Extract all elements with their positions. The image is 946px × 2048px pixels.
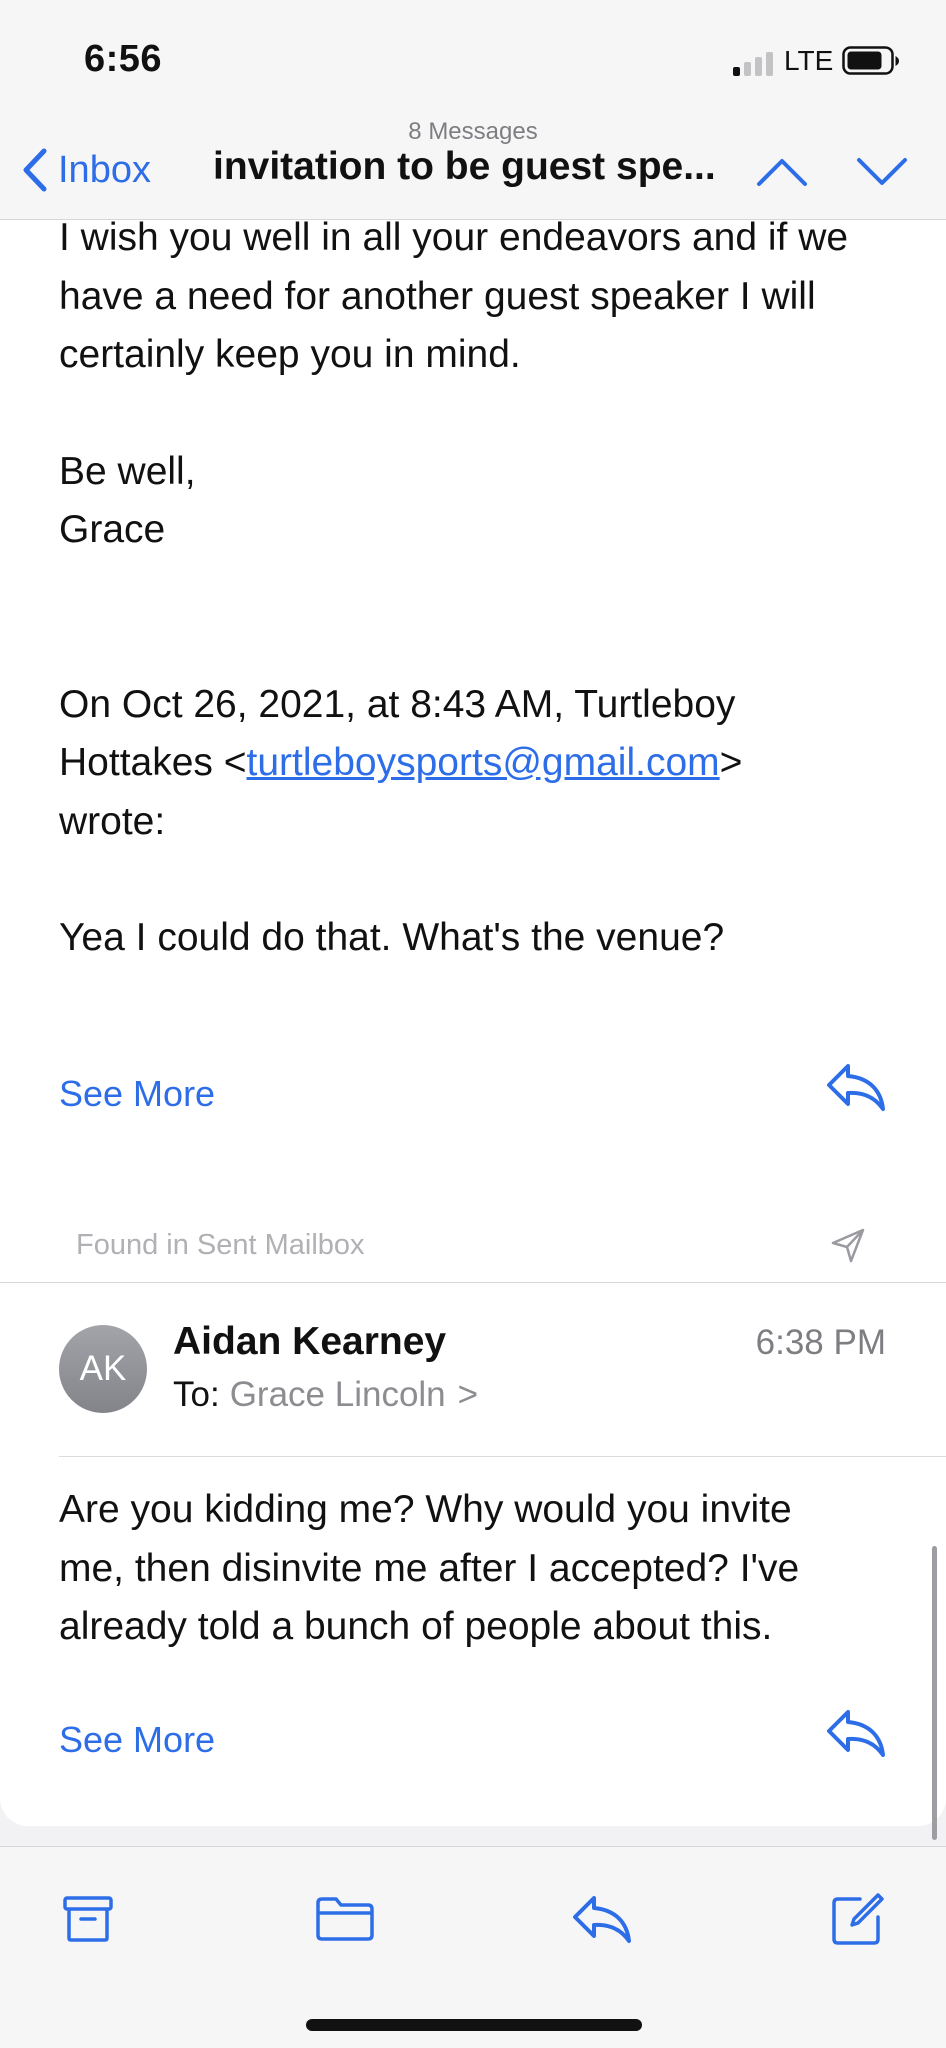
status-bar: 6:56 LTE	[0, 0, 946, 118]
next-message-button[interactable]	[854, 147, 910, 197]
reply-icon	[827, 1064, 885, 1111]
sent-icon	[829, 1225, 869, 1270]
scrollbar[interactable]	[932, 1546, 937, 1840]
to-label: To:	[173, 1375, 220, 1414]
recipient-name: Grace Lincoln	[229, 1375, 446, 1414]
message-card-sent: Found in Sent Mailbox AK Aidan Kearney 6…	[0, 1209, 946, 1826]
signal-icon	[733, 52, 773, 76]
email-link[interactable]: turtleboysports@gmail.com	[247, 741, 720, 784]
message-count: 8 Messages	[408, 118, 538, 145]
see-more-button[interactable]: See More	[59, 1719, 215, 1761]
archive-button[interactable]	[56, 1887, 120, 1951]
battery-icon	[842, 46, 900, 81]
chevron-right-icon: >	[457, 1375, 479, 1414]
signoff-name: Grace	[59, 508, 166, 551]
body-line: certainly keep you in mind.	[59, 333, 521, 376]
folder-icon	[316, 1897, 374, 1941]
reply-button[interactable]	[825, 1061, 887, 1113]
recipient-line[interactable]: To: Grace Lincoln >	[173, 1375, 478, 1415]
previous-message-button[interactable]	[754, 147, 810, 197]
body-line: have a need for another guest speaker I …	[59, 274, 816, 318]
network-type: LTE	[784, 45, 834, 76]
signoff-line: Be well,	[59, 449, 196, 493]
body-line: Are you kidding me? Why would you invite	[59, 1488, 792, 1531]
compose-button[interactable]	[826, 1887, 890, 1951]
sender-name: Aidan Kearney	[173, 1320, 447, 1363]
found-in-sent-bar: Found in Sent Mailbox	[0, 1209, 946, 1283]
quote-header-line: Hottakes <turtleboysports@gmail.com>	[59, 741, 743, 784]
avatar: AK	[59, 1325, 147, 1413]
back-to-inbox-button[interactable]: Inbox	[22, 144, 151, 196]
chevron-up-icon	[757, 159, 807, 186]
body-line: I wish you well in all your endeavors an…	[59, 220, 849, 259]
status-time: 6:56	[84, 38, 163, 80]
header-divider	[59, 1456, 946, 1457]
sent-time: 6:38 PM	[755, 1323, 886, 1362]
back-label: Inbox	[58, 148, 151, 191]
body-line: me, then disinvite me after I accepted? …	[59, 1546, 800, 1590]
reply-toolbar-button[interactable]	[570, 1887, 634, 1951]
body-line: already told a bunch of people about thi…	[59, 1605, 773, 1648]
quoted-body: Yea I could do that. What's the venue?	[59, 916, 725, 959]
chevron-left-icon	[23, 148, 47, 192]
compose-icon	[832, 1893, 884, 1945]
reply-button[interactable]	[825, 1707, 887, 1759]
quote-header-wrote: wrote:	[59, 799, 166, 843]
message-body: I wish you well in all your endeavors an…	[59, 220, 848, 968]
thread-subject: invitation to be guest spe...	[213, 145, 716, 188]
reply-icon	[573, 1896, 631, 1943]
message-body: Are you kidding me? Why would you invite…	[59, 1481, 799, 1657]
chevron-down-icon	[857, 158, 907, 185]
message-thread[interactable]: I wish you well in all your endeavors an…	[0, 220, 946, 1846]
bottom-toolbar	[0, 1846, 946, 2048]
nav-bar: 8 Messages Inbox invitation to be guest …	[0, 118, 946, 220]
archive-icon	[63, 1896, 113, 1942]
see-more-button[interactable]: See More	[59, 1073, 215, 1115]
reply-icon	[827, 1710, 885, 1757]
move-to-folder-button[interactable]	[313, 1887, 377, 1951]
quote-header: On Oct 26, 2021, at 8:43 AM, Turtleboy	[59, 682, 736, 726]
home-indicator[interactable]	[306, 2019, 642, 2031]
found-in-label: Found in Sent Mailbox	[76, 1229, 365, 1261]
